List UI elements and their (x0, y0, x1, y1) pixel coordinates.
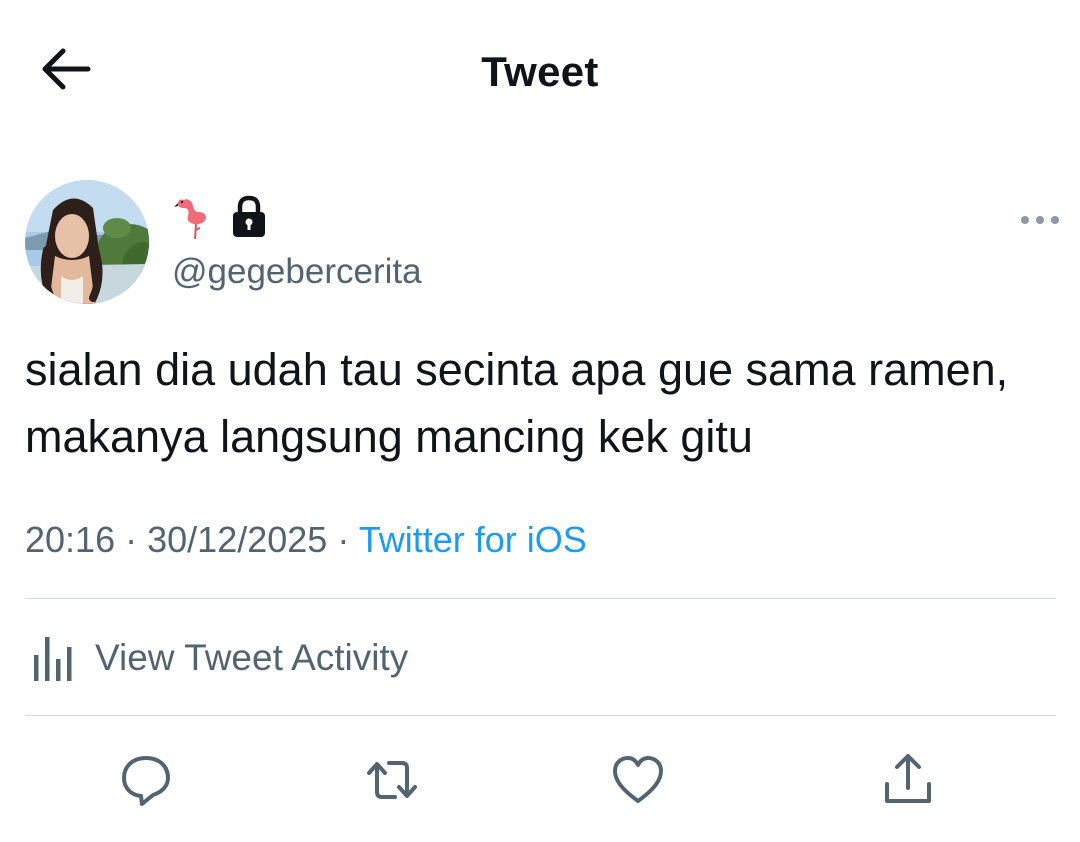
reply-button[interactable] (118, 752, 174, 808)
divider (25, 715, 1056, 716)
retweet-button[interactable] (364, 752, 420, 808)
like-button[interactable] (610, 752, 666, 808)
flamingo-emoji-icon (174, 199, 206, 240)
tweet-metadata: 20:16 · 30/12/2025 · Twitter for iOS (25, 519, 587, 561)
view-tweet-activity-button[interactable]: View Tweet Activity (25, 628, 408, 688)
retweet-icon (367, 761, 417, 799)
share-button[interactable] (880, 752, 936, 808)
tweet-source-link[interactable]: Twitter for iOS (359, 519, 587, 560)
lock-icon (233, 195, 265, 237)
profile-photo (25, 180, 149, 304)
tweet-text: sialan dia udah tau secinta apa gue sama… (25, 344, 1009, 462)
tweet-time: 20:16 (25, 519, 116, 560)
tweet-detail-screen: Tweet @gegebercerita sialan dia udah tau… (0, 0, 1080, 842)
display-name (172, 194, 268, 240)
more-dots-icon (1021, 216, 1059, 224)
reply-icon (122, 756, 170, 806)
separator-dot: · (125, 519, 138, 560)
more-options-button[interactable] (1018, 211, 1062, 229)
divider (25, 598, 1056, 599)
avatar[interactable] (25, 180, 149, 304)
page-title: Tweet (481, 48, 599, 95)
activity-label: View Tweet Activity (95, 637, 409, 678)
share-icon (885, 754, 931, 803)
separator-dot: · (337, 519, 350, 560)
top-nav-bar: Tweet (0, 0, 1080, 140)
tweet-date: 30/12/2025 (147, 519, 328, 560)
user-handle[interactable]: @gegebercerita (172, 252, 422, 292)
like-icon (613, 756, 663, 803)
bar-chart-icon (34, 637, 72, 681)
